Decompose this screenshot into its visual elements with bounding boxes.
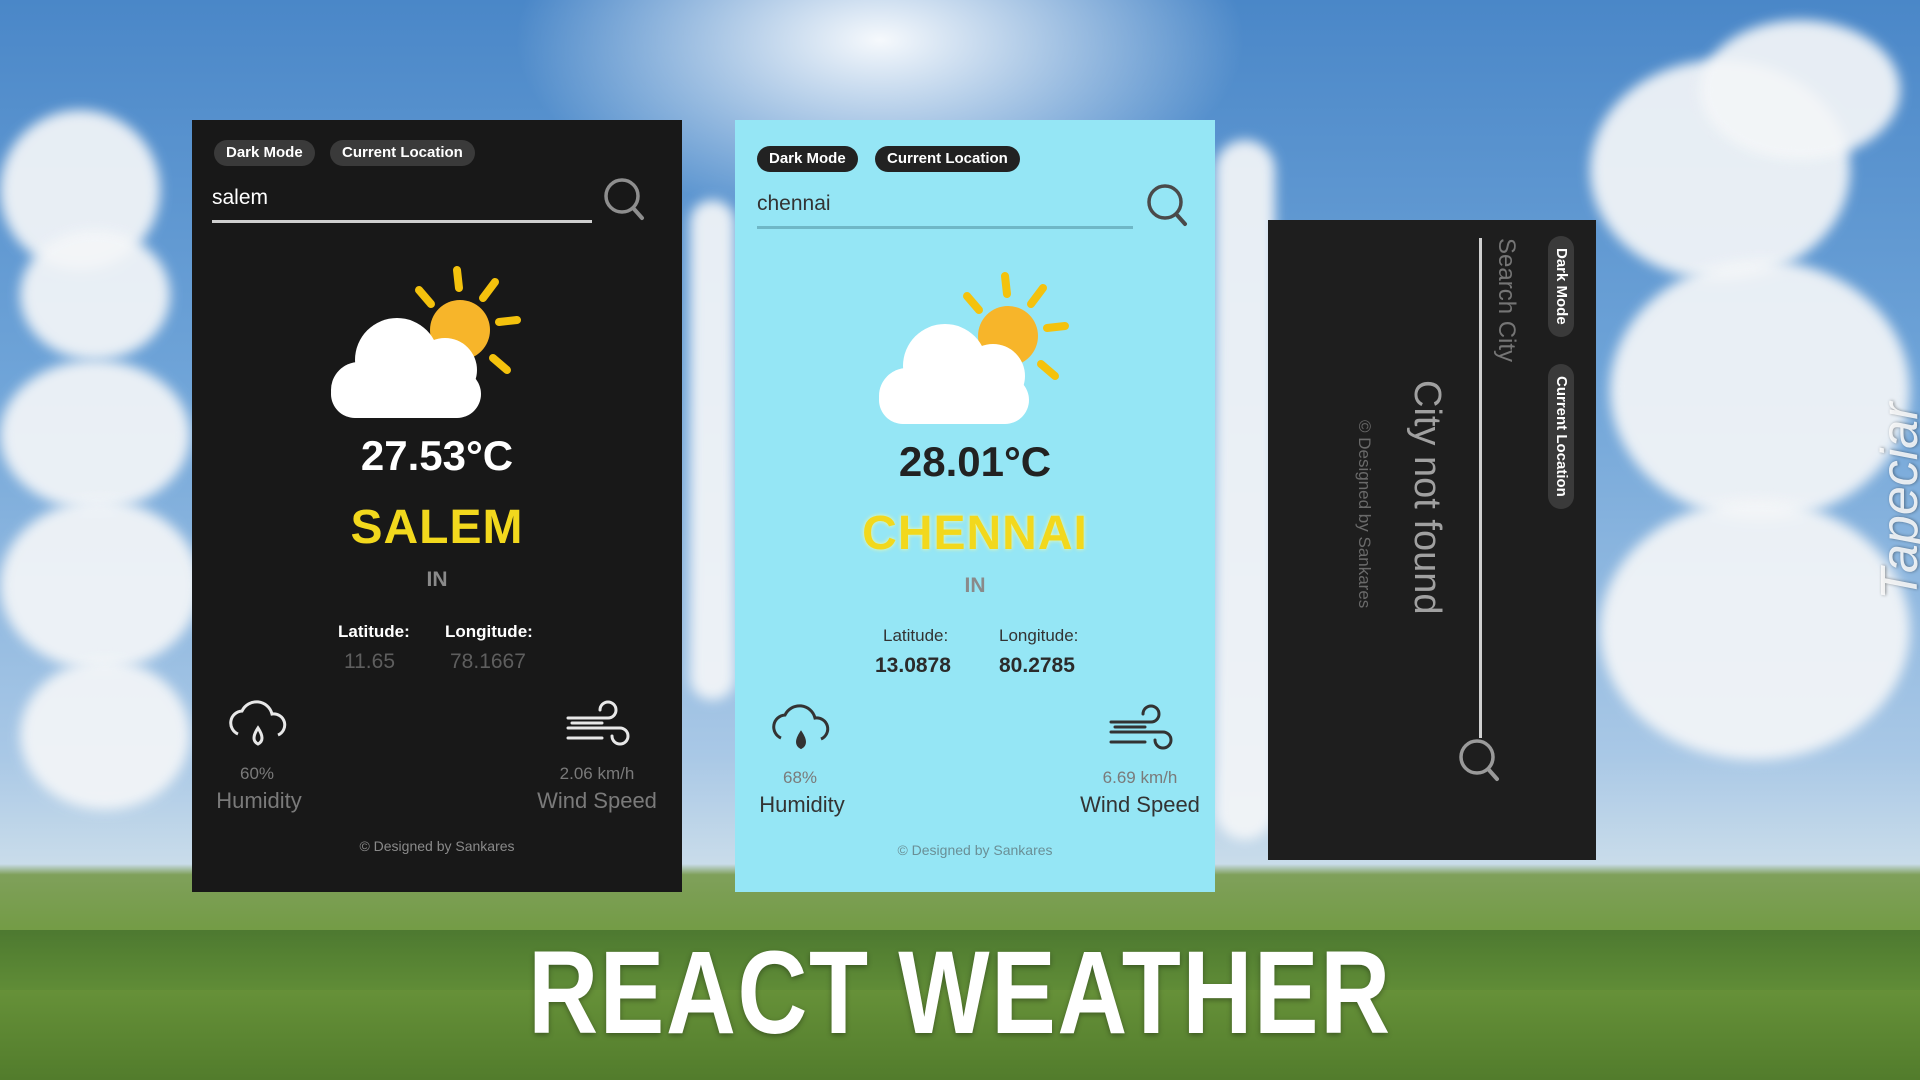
cloud (20, 230, 170, 360)
longitude-label: Longitude: (445, 622, 533, 641)
wind-label: Wind Speed (1080, 792, 1200, 817)
search-input[interactable] (1492, 238, 1520, 658)
temperature: 27.53°C (360, 432, 514, 479)
cloud (0, 360, 190, 510)
dark-mode-button[interactable]: Dark Mode (214, 140, 315, 166)
wind-icon (566, 700, 630, 746)
dark-mode-button[interactable]: Dark Mode (757, 146, 858, 172)
weather-card-dark: Dark Mode Current Location 27.53°C SALEM… (192, 120, 682, 892)
partly-sunny-icon (879, 272, 1069, 424)
cloud (1215, 140, 1275, 840)
cloud (1600, 500, 1910, 760)
latitude-label: Latitude: (338, 622, 410, 641)
wind-value: 2.06 km/h (559, 764, 635, 783)
longitude-value: 78.1667 (450, 650, 526, 673)
humidity-label: Humidity (216, 788, 302, 813)
longitude-value: 80.2785 (999, 654, 1075, 677)
current-location-button[interactable]: Current Location (330, 140, 475, 166)
search-icon[interactable] (1145, 182, 1189, 232)
footer-credit: © Designed by Sankares (359, 838, 515, 854)
temperature: 28.01°C (898, 438, 1052, 485)
wind-icon (1109, 704, 1173, 750)
search-input[interactable] (757, 192, 1117, 216)
weather-card-error: Dark Mode Current Location City not foun… (1268, 220, 1596, 860)
dark-mode-button[interactable]: Dark Mode (1548, 236, 1574, 337)
watermark-logo: Tapeciar (1871, 402, 1920, 600)
current-location-button[interactable]: Current Location (875, 146, 1020, 172)
humidity-icon (772, 704, 830, 750)
error-message: City not found (1406, 380, 1448, 615)
humidity-value: 60% (239, 764, 275, 783)
search-underline (212, 220, 592, 223)
current-location-button[interactable]: Current Location (1548, 364, 1574, 509)
search-input[interactable] (212, 186, 582, 210)
search-underline (757, 226, 1133, 229)
wind-value: 6.69 km/h (1102, 768, 1178, 787)
country-code: IN (964, 574, 986, 597)
search-icon[interactable] (602, 176, 646, 226)
longitude-label: Longitude: (999, 626, 1079, 645)
city-name: CHENNAI (862, 507, 1088, 560)
search-icon[interactable] (1457, 737, 1501, 787)
footer-credit: © Designed by Sankares (1355, 420, 1374, 609)
cloud (20, 660, 190, 810)
humidity-icon (229, 700, 287, 746)
weather-card-light: Dark Mode Current Location 28.01°C CHENN… (735, 120, 1215, 892)
humidity-value: 68% (782, 768, 818, 787)
cloud (690, 200, 735, 700)
country-code: IN (426, 568, 448, 591)
wind-label: Wind Speed (537, 788, 657, 813)
cloud (1700, 20, 1900, 160)
partly-sunny-icon (331, 266, 521, 418)
latitude-value: 13.0878 (875, 654, 951, 677)
latitude-value: 11.65 (344, 650, 395, 673)
latitude-label: Latitude: (883, 626, 949, 645)
cloud (0, 500, 200, 670)
cloud (1610, 260, 1910, 520)
humidity-label: Humidity (759, 792, 845, 817)
footer-credit: © Designed by Sankares (897, 842, 1053, 858)
page-headline: REACT WEATHER (528, 927, 1392, 1059)
city-name: SALEM (350, 501, 524, 554)
search-underline (1479, 238, 1482, 738)
